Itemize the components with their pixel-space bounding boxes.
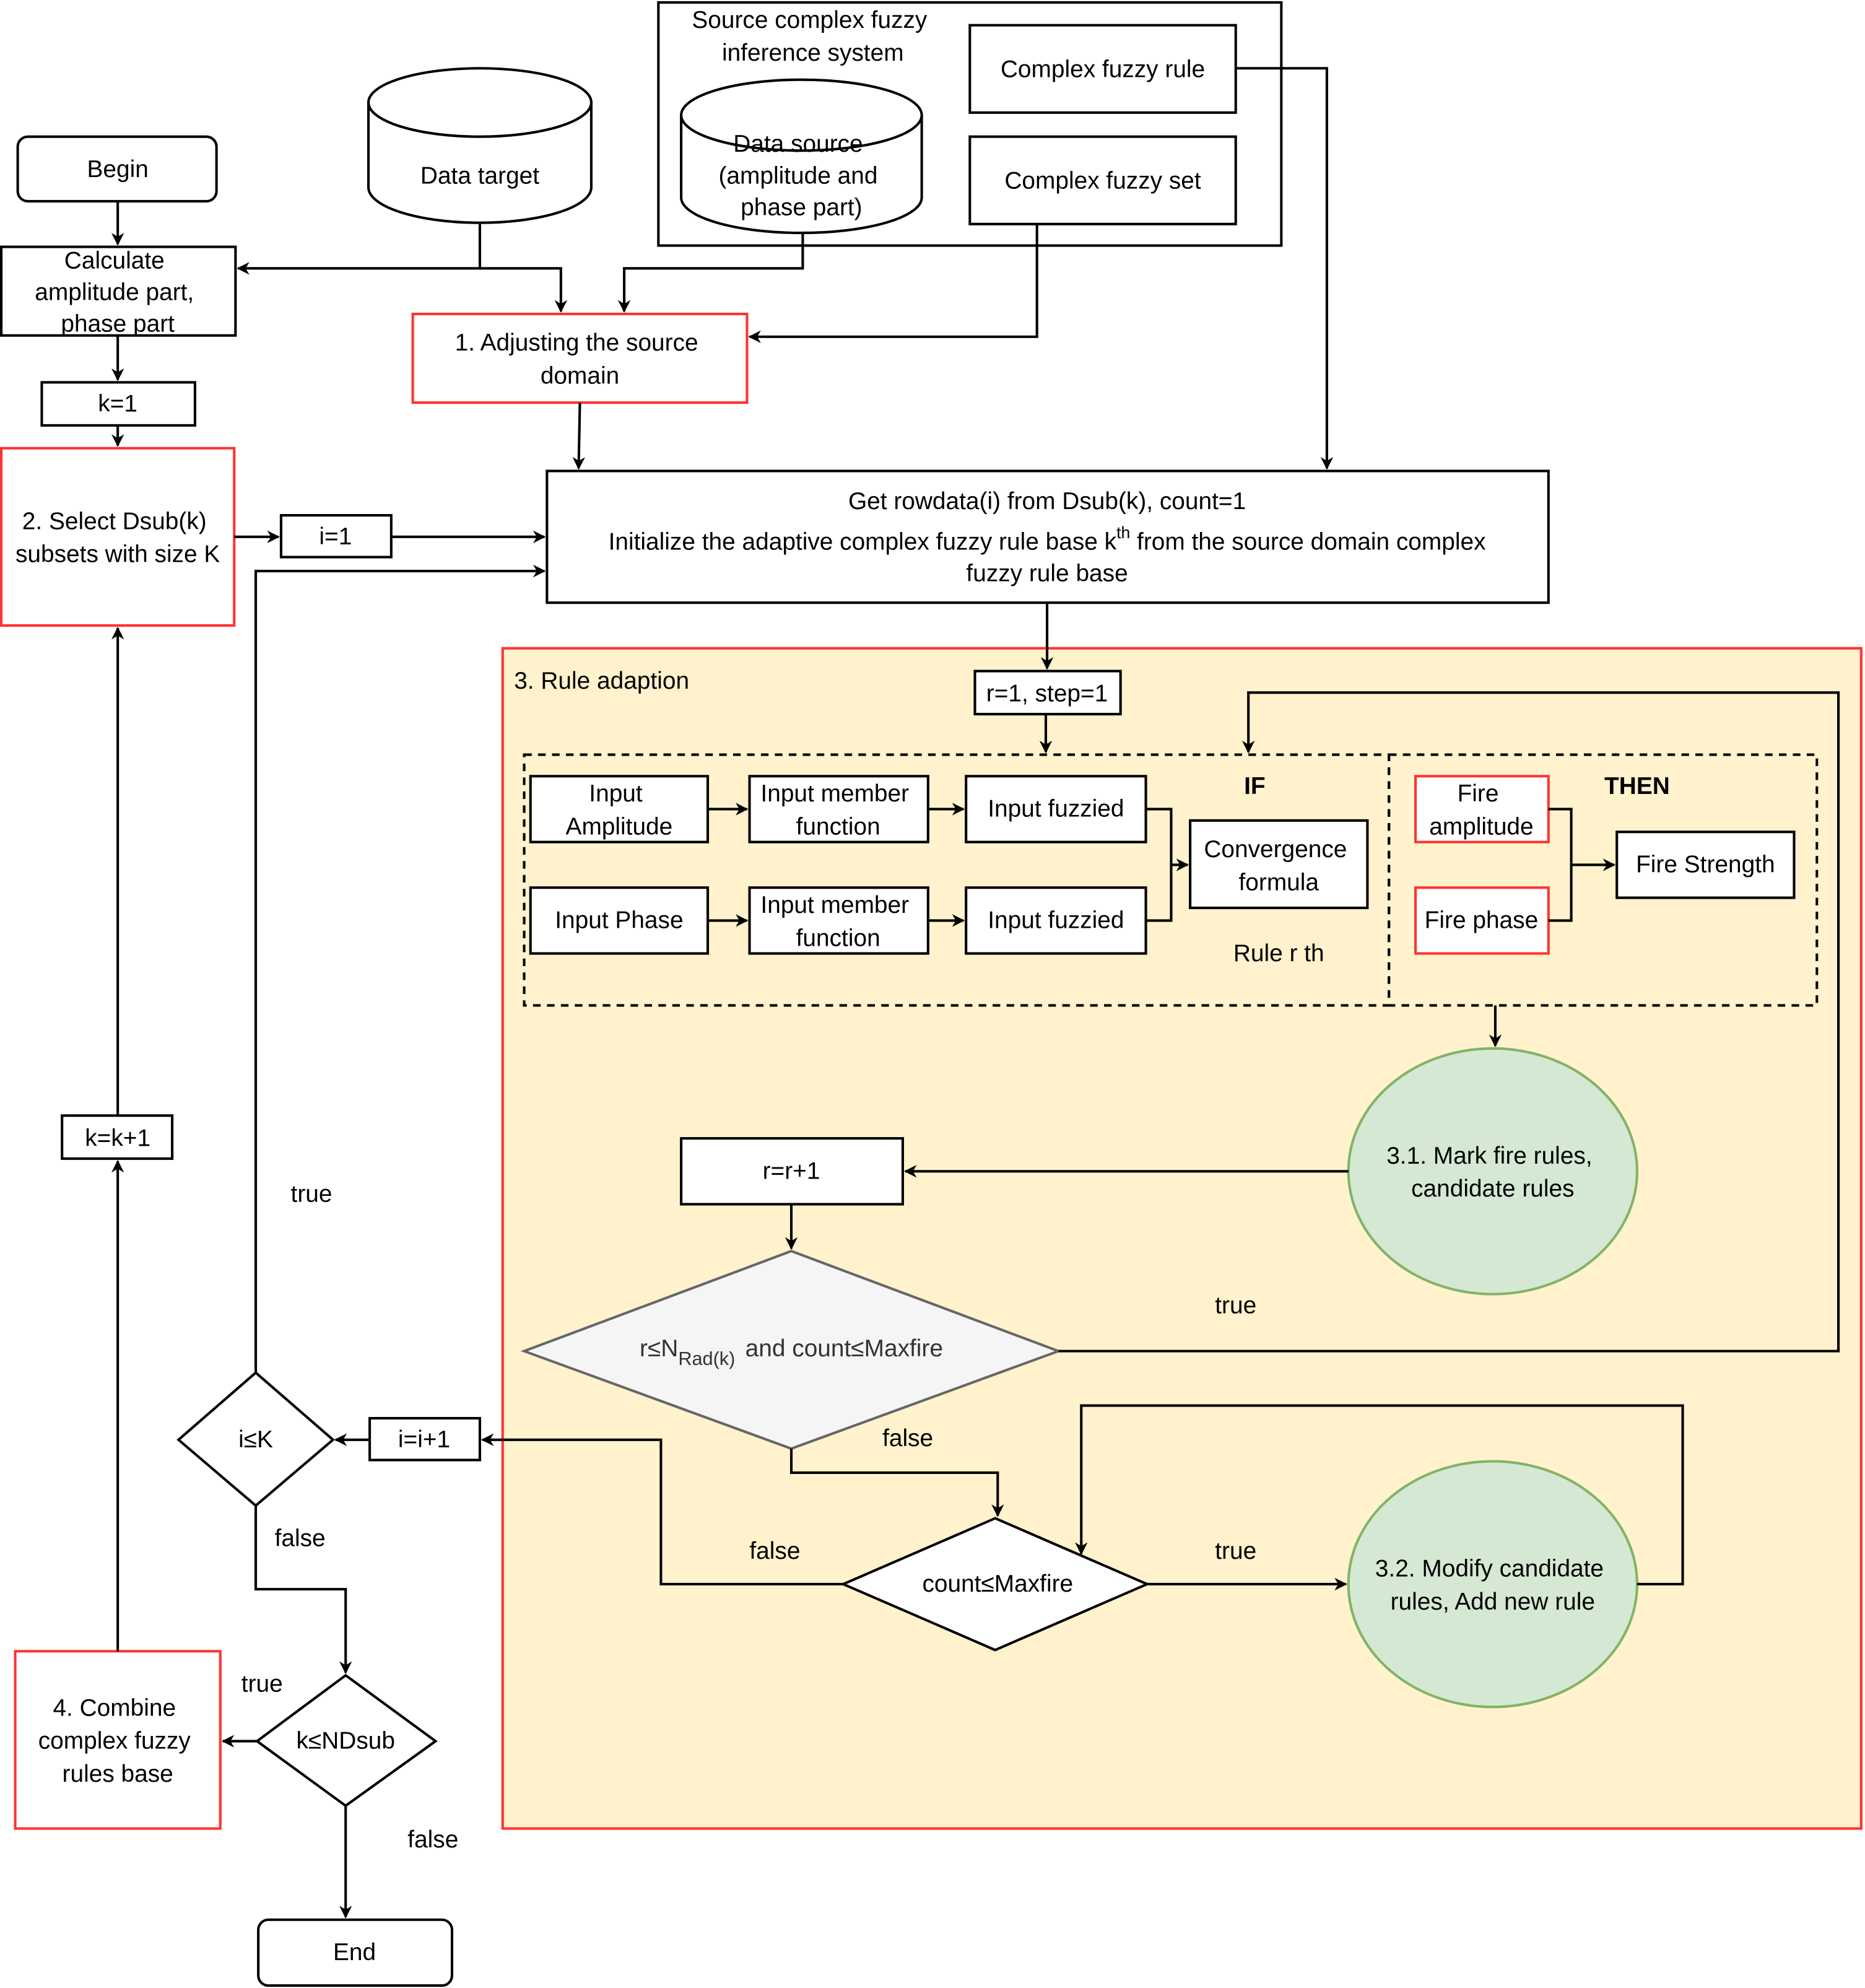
input-amplitude-node[interactable]: Input Amplitude [529, 775, 710, 844]
then-label: THEN [1604, 773, 1670, 800]
i-condition-decision[interactable]: i≤K [176, 1371, 335, 1507]
data-target-label: Data target [420, 162, 539, 189]
r-init-label: r=1, step=1 [986, 681, 1108, 707]
k-increment-label: k=k+1 [85, 1125, 150, 1151]
i-increment-node[interactable]: i=i+1 [368, 1416, 482, 1462]
edge-target-adjust [479, 267, 568, 313]
edge-label-i-cond-false: false [275, 1525, 326, 1552]
r-increment-label: r=r+1 [763, 1158, 820, 1185]
i-init-label: i=1 [319, 523, 352, 550]
edge-target-calculate [237, 224, 482, 275]
fire-phase-label: Fire phase [1425, 907, 1539, 934]
r-init-node[interactable]: r=1, step=1 [973, 669, 1122, 716]
edge-label-count-false: false [749, 1538, 800, 1564]
input-fuzzied-phase-label: Input fuzzied [988, 907, 1124, 934]
combine-node[interactable]: 4. Combine complex fuzzy rules base [14, 1650, 222, 1830]
data-source-cylinder[interactable]: Data source (amplitude and phase part) [680, 78, 923, 235]
complex-fuzzy-rule-node[interactable]: Complex fuzzy rule [968, 24, 1237, 114]
rule-adaption-title: 3. Rule adaption [514, 668, 689, 694]
edge-label-k-cond-false: false [407, 1826, 458, 1853]
i-init-node[interactable]: i=1 [279, 514, 393, 559]
complex-fuzzy-set-node[interactable]: Complex fuzzy set [968, 135, 1237, 225]
get-rowdata-line1: Get rowdata(i) from Dsub(k), count=1 [848, 488, 1246, 515]
i-condition-label: i≤K [238, 1426, 273, 1453]
input-fuzzied-amplitude-label: Input fuzzied [988, 796, 1124, 822]
input-member-function-phase-node[interactable]: Input member function [748, 886, 929, 955]
fire-strength-label: Fire Strength [1636, 852, 1775, 878]
k-condition-decision[interactable]: k≤NDsub [254, 1673, 438, 1808]
modify-rules-node[interactable]: 3.2. Modify candidate rules, Add new rul… [1347, 1460, 1638, 1709]
select-dsub-node[interactable]: 2. Select Dsub(k) subsets with size K [0, 447, 236, 627]
get-rowdata-node[interactable]: Get rowdata(i) from Dsub(k), count=1 Ini… [546, 469, 1550, 604]
k-condition-label: k≤NDsub [296, 1728, 394, 1755]
begin-terminal[interactable]: Begin [16, 135, 218, 203]
edge-label-count-true: true [1215, 1538, 1256, 1564]
i-increment-label: i=i+1 [398, 1426, 450, 1453]
input-fuzzied-amplitude-node[interactable]: Input fuzzied [965, 775, 1147, 844]
fire-strength-node[interactable]: Fire Strength [1615, 831, 1796, 899]
rule-r-th-label: Rule r th [1233, 940, 1324, 967]
complex-fuzzy-set-label: Complex fuzzy set [1004, 168, 1201, 194]
if-label: IF [1244, 773, 1266, 800]
input-phase-label: Input Phase [555, 907, 683, 934]
edge-label-i-cond-true: true [291, 1180, 333, 1207]
begin-label: Begin [87, 156, 148, 183]
count-condition-label: count≤Maxfire [922, 1571, 1073, 1597]
k-init-node[interactable]: k=1 [40, 381, 196, 427]
adjust-domain-node[interactable]: 1. Adjusting the source domain [411, 312, 749, 404]
data-source-label: Data source (amplitude and phase part) [718, 131, 884, 220]
edge-label-rule-cond-true: true [1215, 1292, 1256, 1319]
r-increment-node[interactable]: r=r+1 [680, 1137, 904, 1206]
edge-label-rule-cond-false: false [882, 1425, 933, 1452]
edge-adjust-getrow [572, 403, 586, 470]
convergence-formula-node[interactable]: Convergence formula [1189, 819, 1369, 909]
end-terminal[interactable]: End [257, 1918, 454, 1987]
flowchart-canvas: Source complex fuzzy inference system Da… [0, 1, 1863, 1987]
get-rowdata-line2: Initialize the adaptive complex fuzzy ru… [609, 523, 1486, 555]
mark-fire-rules-node[interactable]: 3.1. Mark fire rules, candidate rules [1347, 1047, 1638, 1296]
edge-label-k-cond-true: true [241, 1671, 283, 1698]
k-increment-node[interactable]: k=k+1 [61, 1114, 174, 1160]
data-target-cylinder[interactable]: Data target [367, 67, 593, 224]
calculate-node[interactable]: Calculate amplitude part, phase part [0, 245, 237, 338]
input-phase-node[interactable]: Input Phase [529, 886, 710, 955]
end-label: End [333, 1939, 376, 1966]
complex-fuzzy-rule-label: Complex fuzzy rule [1001, 56, 1205, 83]
edge-i-cond-true-getrow [254, 564, 546, 1373]
input-fuzzied-phase-node[interactable]: Input fuzzied [965, 886, 1147, 955]
fire-phase-node[interactable]: Fire phase [1414, 886, 1550, 955]
k-init-label: k=1 [98, 390, 137, 417]
fire-amplitude-node[interactable]: Fire amplitude [1414, 775, 1550, 844]
input-member-function-amplitude-node[interactable]: Input member function [748, 775, 929, 844]
get-rowdata-line3: fuzzy rule base [966, 560, 1128, 586]
